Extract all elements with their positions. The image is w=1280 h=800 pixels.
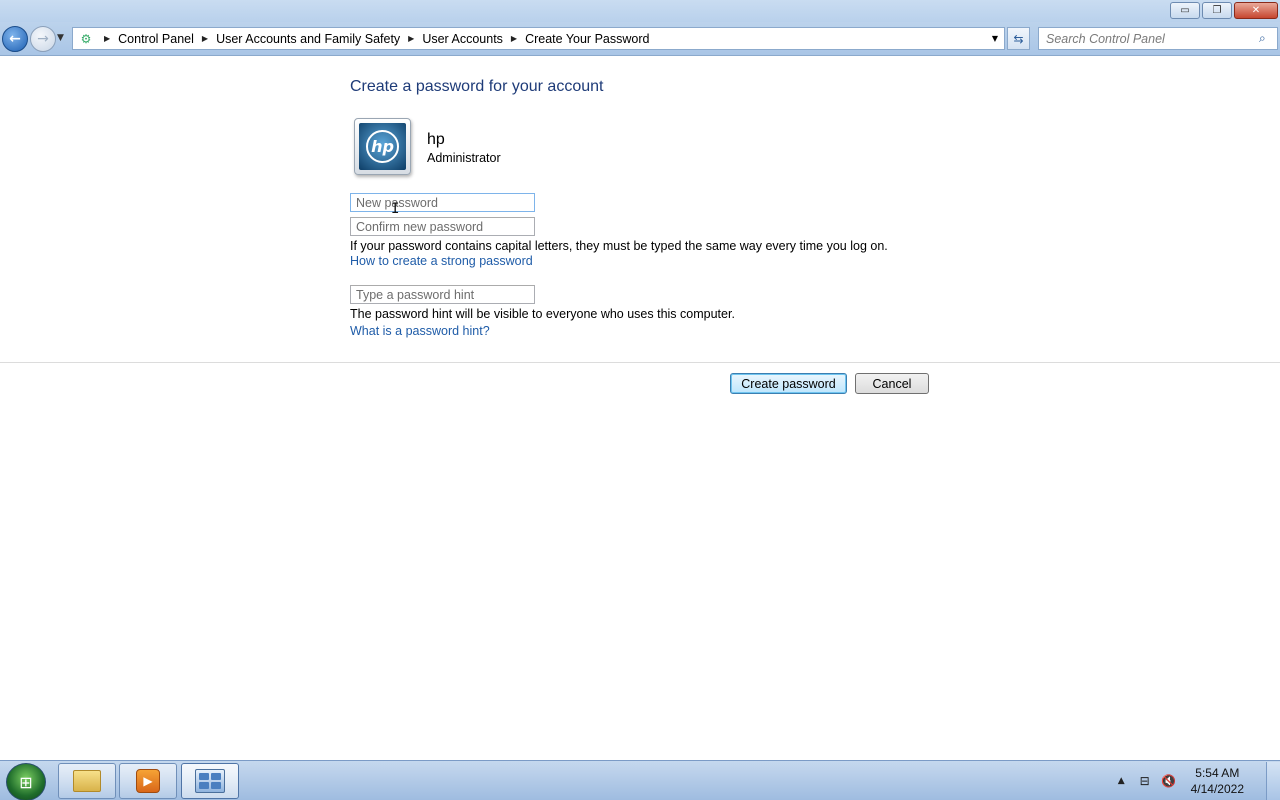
- text-cursor-icon: I: [391, 201, 400, 217]
- start-button[interactable]: ⊞: [6, 763, 46, 800]
- breadcrumb-create-your-password[interactable]: Create Your Password: [525, 32, 649, 46]
- window-title-bar: ▭ ❐ ✕: [0, 0, 1280, 22]
- restore-button[interactable]: ❐: [1202, 2, 1232, 19]
- control-panel-icon: [195, 769, 225, 793]
- capital-letters-note: If your password contains capital letter…: [350, 239, 888, 253]
- windows-logo-icon: ⊞: [19, 772, 33, 792]
- taskbar: ⊞ ▶ ▲ ⊟ 🔇 5:54 AM 4/14/2022: [0, 760, 1280, 800]
- address-bar[interactable]: ⚙ ▶ Control Panel ▶ User Accounts and Fa…: [72, 27, 1005, 50]
- minimize-button[interactable]: ▭: [1170, 2, 1200, 19]
- close-icon: ✕: [1251, 5, 1261, 16]
- password-hint-field[interactable]: [350, 285, 535, 304]
- close-button[interactable]: ✕: [1234, 2, 1278, 19]
- strong-password-link[interactable]: How to create a strong password: [350, 254, 533, 268]
- navigation-bar: ← → ▼ ⚙ ▶ Control Panel ▶ User Accounts …: [0, 22, 1280, 56]
- forward-arrow-icon: →: [37, 31, 49, 47]
- forward-button[interactable]: →: [30, 26, 56, 52]
- show-hidden-icons-icon[interactable]: ▲: [1118, 776, 1125, 786]
- search-icon[interactable]: ⌕: [1259, 31, 1277, 46]
- breadcrumb-control-panel[interactable]: Control Panel: [118, 32, 194, 46]
- clock[interactable]: 5:54 AM 4/14/2022: [1191, 765, 1244, 797]
- taskbar-item-media-player[interactable]: ▶: [119, 763, 177, 799]
- refresh-icon: ⇆: [1013, 31, 1024, 46]
- password-hint-help-link[interactable]: What is a password hint?: [350, 324, 490, 338]
- user-avatar-frame: hp: [354, 118, 411, 175]
- page-title: Create a password for your account: [350, 78, 604, 95]
- breadcrumb-separator-icon[interactable]: ▶: [202, 34, 208, 43]
- minimize-icon: ▭: [1180, 5, 1190, 16]
- main-content: Create a password for your account hp hp…: [0, 57, 1280, 760]
- breadcrumb-separator-icon[interactable]: ▶: [511, 34, 517, 43]
- back-arrow-icon: ←: [9, 31, 21, 47]
- hp-logo-icon: hp: [366, 130, 399, 163]
- network-icon[interactable]: ⊟: [1137, 773, 1153, 789]
- taskbar-item-control-panel[interactable]: [181, 763, 239, 799]
- breadcrumb-separator-icon[interactable]: ▶: [408, 34, 414, 43]
- volume-muted-icon[interactable]: 🔇: [1161, 773, 1177, 789]
- show-desktop-button[interactable]: [1266, 762, 1280, 800]
- hint-visibility-note: The password hint will be visible to eve…: [350, 307, 735, 321]
- search-input[interactable]: [1039, 28, 1259, 49]
- cancel-button[interactable]: Cancel: [855, 373, 929, 394]
- search-box[interactable]: ⌕: [1038, 27, 1278, 50]
- folder-icon: [73, 770, 101, 792]
- user-name: hp: [427, 131, 445, 148]
- media-player-icon: ▶: [136, 769, 160, 793]
- section-divider: [0, 362, 1280, 363]
- system-tray: ▲ ⊟ 🔇 5:54 AM 4/14/2022: [1118, 762, 1280, 800]
- window-controls: ▭ ❐ ✕: [1170, 2, 1278, 19]
- confirm-password-field[interactable]: [350, 217, 535, 236]
- refresh-button[interactable]: ⇆: [1007, 27, 1030, 50]
- breadcrumb-user-accounts[interactable]: User Accounts: [422, 32, 503, 46]
- new-password-field[interactable]: [350, 193, 535, 212]
- user-role: Administrator: [427, 151, 501, 165]
- create-password-button[interactable]: Create password: [730, 373, 847, 394]
- back-button[interactable]: ←: [2, 26, 28, 52]
- taskbar-item-file-explorer[interactable]: [58, 763, 116, 799]
- recent-pages-dropdown-icon[interactable]: ▼: [57, 33, 64, 43]
- breadcrumb-separator-icon[interactable]: ▶: [104, 34, 110, 43]
- clock-time: 5:54 AM: [1195, 766, 1240, 780]
- control-panel-icon: ⚙: [80, 31, 92, 46]
- restore-icon: ❐: [1212, 5, 1222, 16]
- clock-date: 4/14/2022: [1190, 782, 1244, 796]
- address-dropdown-icon[interactable]: ▼: [992, 34, 998, 43]
- avatar: hp: [359, 123, 406, 170]
- breadcrumb-user-accounts-family-safety[interactable]: User Accounts and Family Safety: [216, 32, 400, 46]
